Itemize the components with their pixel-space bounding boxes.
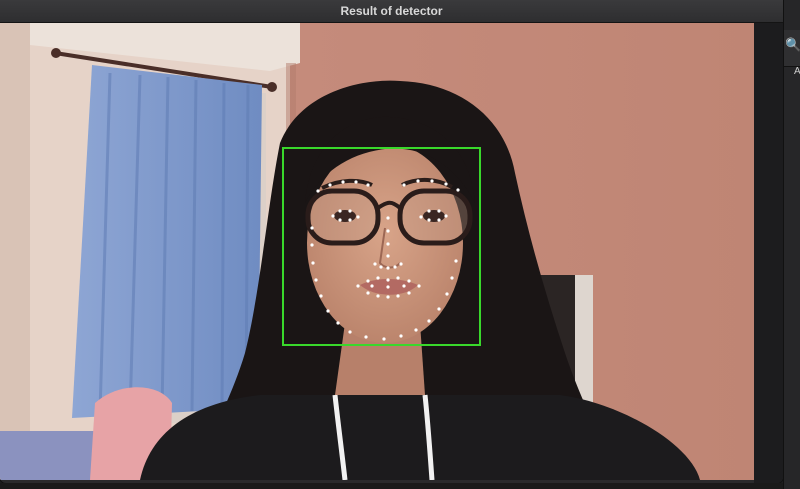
- side-panel-label: A: [794, 66, 800, 77]
- bottom-edge: [0, 483, 783, 489]
- title-bar[interactable]: Result of detector: [0, 0, 783, 23]
- detector-window: Result of detector: [0, 0, 783, 483]
- camera-image: [0, 23, 754, 480]
- side-panel: 🔍 A: [783, 0, 800, 489]
- window-title: Result of detector: [340, 4, 443, 18]
- search-icon[interactable]: 🔍: [785, 38, 800, 51]
- window-right-margin: [754, 23, 783, 483]
- camera-frame: [0, 23, 754, 480]
